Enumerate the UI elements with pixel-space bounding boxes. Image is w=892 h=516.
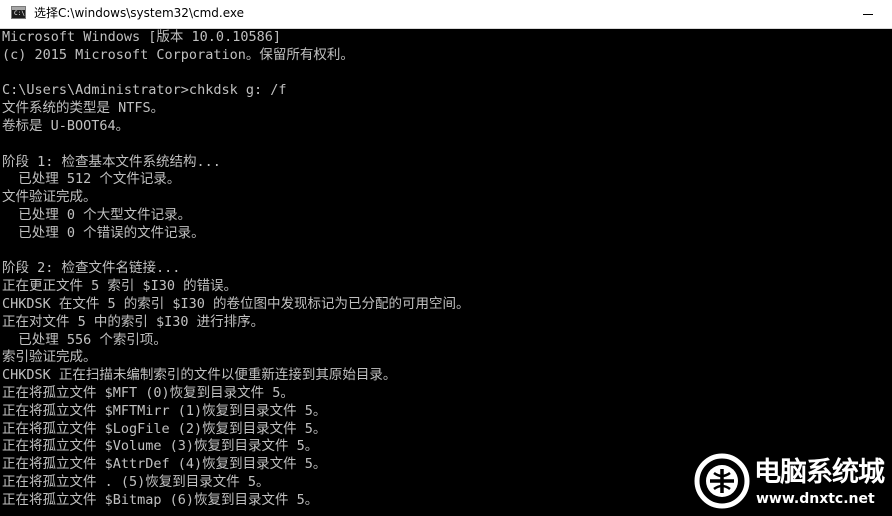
console-line: 文件验证完成。 — [2, 189, 97, 206]
console-line: C:\Users\Administrator>chkdsk g: /f — [2, 82, 287, 99]
console-line: 正在更正文件 5 索引 $I30 的错误。 — [2, 278, 238, 295]
console-line: 正在将孤立文件 $LogFile (2)恢复到目录文件 5。 — [2, 420, 327, 437]
console-line: CHKDSK 在文件 5 的索引 $I30 的卷位图中发现标记为已分配的可用空间… — [2, 295, 470, 312]
console-line: 已处理 0 个大型文件记录。 — [2, 206, 192, 223]
window-title: 选择C:\windows\system32\cmd.exe — [34, 6, 244, 20]
title-bar[interactable]: C:\ 选择C:\windows\system32\cmd.exe — [0, 0, 892, 29]
cmd-app-icon[interactable]: C:\ — [11, 6, 26, 19]
console-line: 已处理 556 个索引项。 — [2, 331, 167, 348]
minimize-icon — [863, 14, 873, 15]
console-line: 已处理 512 个文件记录。 — [2, 171, 181, 188]
globe-logo-icon — [694, 453, 750, 509]
console-line: 阶段 2: 检查文件名链接... — [2, 260, 181, 277]
console-line: 卷标是 U-BOOT64。 — [2, 117, 130, 134]
cmd-window: C:\ 选择C:\windows\system32\cmd.exe Micros… — [0, 0, 892, 516]
console-line: Microsoft Windows [版本 10.0.10586] — [2, 29, 281, 45]
site-watermark: 电脑系统城 www.dnxtc.net — [690, 449, 892, 516]
watermark-name: 电脑系统城 — [754, 457, 885, 488]
console-line: 已处理 0 个错误的文件记录。 — [2, 224, 205, 241]
console-output[interactable]: Microsoft Windows [版本 10.0.10586] (c) 20… — [0, 29, 892, 516]
watermark-url: www.dnxtc.net — [756, 491, 875, 507]
console-lines: Microsoft Windows [版本 10.0.10586] (c) 20… — [0, 29, 892, 510]
minimize-button[interactable] — [846, 0, 892, 28]
console-line: 正在对文件 5 中的索引 $I30 进行排序。 — [2, 313, 265, 330]
console-line: (c) 2015 Microsoft Corporation。保留所有权利。 — [2, 46, 354, 63]
console-line: 正在将孤立文件 $MFT (0)恢复到目录文件 5。 — [2, 384, 294, 401]
cmd-app-icon-glyph: C:\ — [14, 10, 25, 17]
console-line: 阶段 1: 检查基本文件系统结构... — [2, 153, 221, 170]
console-line: 索引验证完成。 — [2, 349, 97, 366]
console-line: CHKDSK 正在扫描未编制索引的文件以便重新连接到其原始目录。 — [2, 367, 397, 384]
console-line: 文件系统的类型是 NTFS。 — [2, 100, 165, 117]
console-line: 正在将孤立文件 $MFTMirr (1)恢复到目录文件 5。 — [2, 402, 327, 419]
